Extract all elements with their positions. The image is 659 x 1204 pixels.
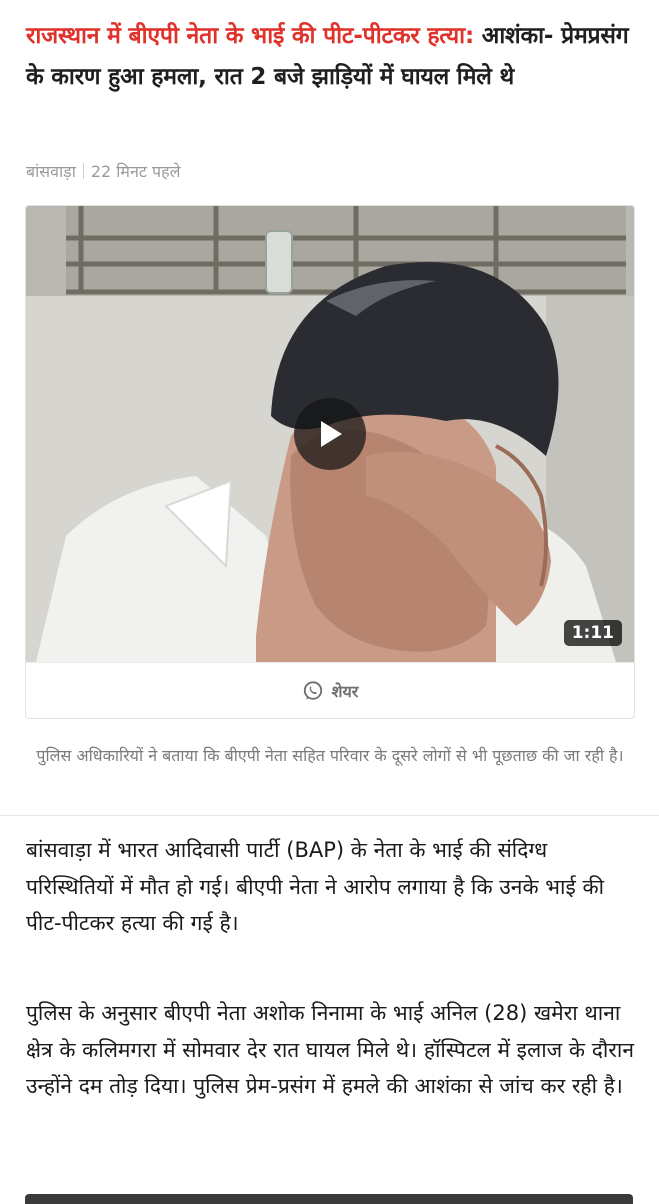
article-meta: बांसवाड़ा 22 मिनट पहले [26, 160, 180, 182]
play-icon [321, 421, 342, 447]
meta-separator [82, 163, 84, 179]
article-paragraph-1: बांसवाड़ा में भारत आदिवासी पार्टी (BAP) … [26, 838, 605, 935]
headline-kicker: राजस्थान में बीएपी नेता के भाई की पीट-पी… [26, 23, 474, 49]
article-headline: राजस्थान में बीएपी नेता के भाई की पीट-पी… [26, 16, 636, 98]
article-paragraph-2: पुलिस के अनुसार बीएपी नेता अशोक निनामा क… [26, 1001, 634, 1098]
next-media-card[interactable] [25, 1194, 633, 1204]
timestamp: 22 मिनट पहले [90, 162, 181, 181]
video-card: 1:11 शेयर [25, 205, 635, 719]
video-duration-badge: 1:11 [563, 620, 622, 646]
location-label[interactable]: बांसवाड़ा [26, 162, 76, 181]
section-divider [0, 815, 659, 816]
share-button[interactable]: शेयर [26, 662, 634, 718]
share-label: शेयर [331, 682, 359, 701]
whatsapp-icon [303, 681, 322, 700]
play-button[interactable] [294, 398, 366, 470]
image-caption: पुलिस अधिकारियों ने बताया कि बीएपी नेता … [36, 746, 624, 765]
video-thumbnail[interactable]: 1:11 [26, 206, 634, 662]
